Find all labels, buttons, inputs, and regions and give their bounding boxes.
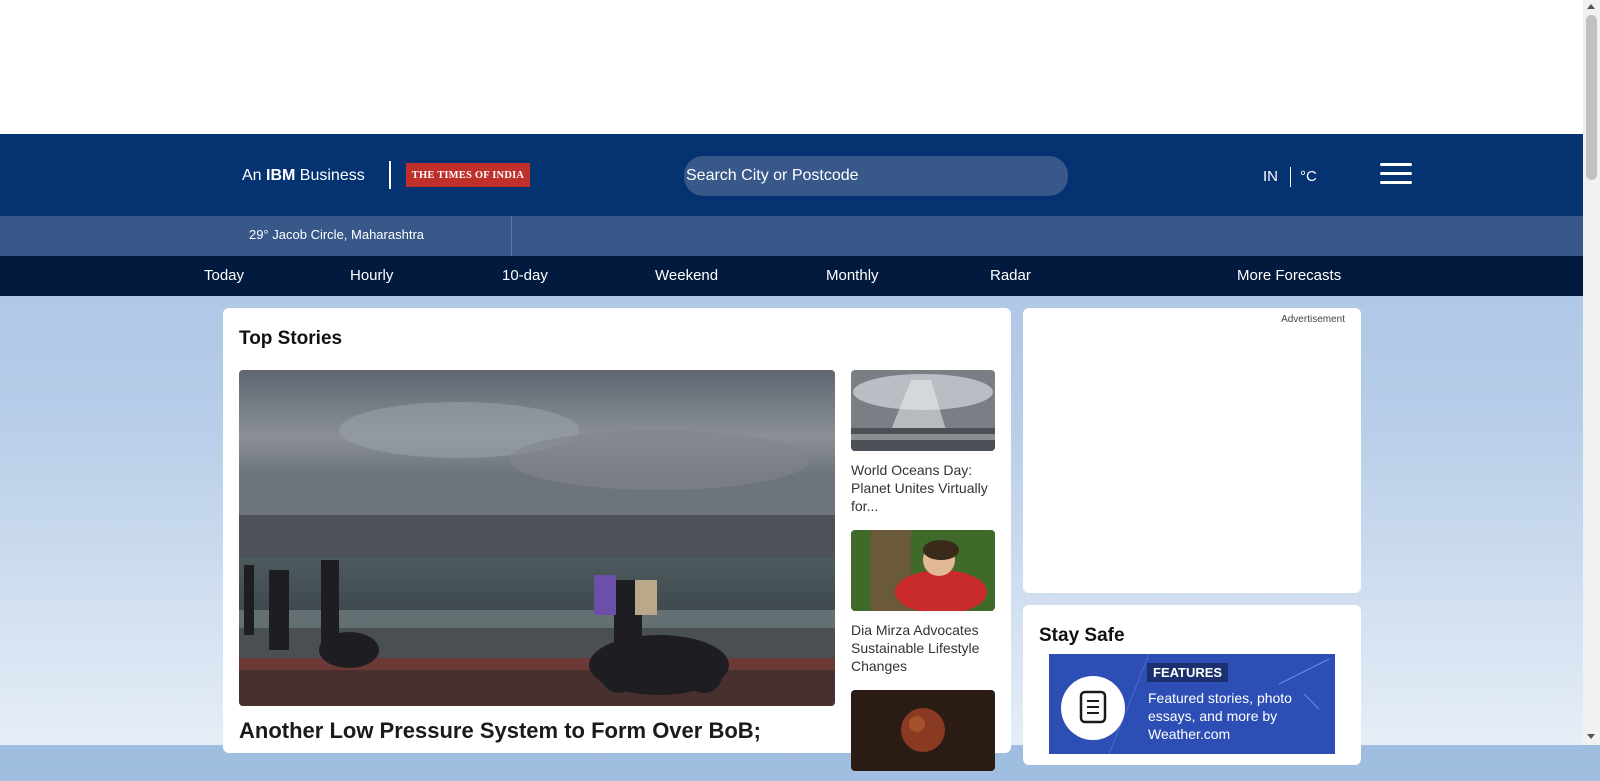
forecast-nav: Today Hourly 10-day Weekend Monthly Rada… xyxy=(0,256,1583,296)
features-promo[interactable]: FEATURES Featured stories, photo essays,… xyxy=(1049,654,1335,754)
times-of-india-logo[interactable]: THE TIMES OF INDIA xyxy=(406,163,530,187)
nav-hourly[interactable]: Hourly xyxy=(350,267,393,284)
hero-story-title[interactable]: Another Low Pressure System to Form Over… xyxy=(239,718,761,744)
document-icon xyxy=(1079,690,1107,724)
advertisement-card: Advertisement xyxy=(1023,308,1361,593)
stay-safe-title: Stay Safe xyxy=(1039,625,1125,646)
nav-more-forecasts[interactable]: More Forecasts xyxy=(1237,267,1341,284)
side-story-title[interactable]: World Oceans Day: Planet Unites Virtuall… xyxy=(851,461,995,515)
hamburger-icon[interactable] xyxy=(1380,163,1412,185)
scroll-up-icon[interactable] xyxy=(1587,4,1595,9)
current-location[interactable]: 29° Jacob Circle, Maharashtra xyxy=(249,227,424,242)
region-selector[interactable]: IN xyxy=(1263,168,1278,185)
side-story-title[interactable]: Dia Mirza Advocates Sustainable Lifestyl… xyxy=(851,621,995,675)
nav-monthly[interactable]: Monthly xyxy=(826,267,879,284)
side-story[interactable]: Dia Mirza Advocates Sustainable Lifestyl… xyxy=(851,530,995,675)
advertisement-label: Advertisement xyxy=(1281,314,1345,325)
nav-10-day[interactable]: 10-day xyxy=(502,267,548,284)
ibm-business-logo[interactable]: An IBM Business xyxy=(242,167,365,185)
side-story-thumbnail[interactable] xyxy=(851,530,995,611)
nav-radar[interactable]: Radar xyxy=(990,267,1031,284)
top-stories-title: Top Stories xyxy=(239,328,343,349)
features-badge: FEATURES xyxy=(1147,663,1229,682)
stay-safe-card: Stay Safe FEATURES Featured stories, pho… xyxy=(1023,605,1361,765)
site-header: An IBM Business THE TIMES OF INDIA IN °C xyxy=(0,134,1583,216)
location-divider xyxy=(511,216,512,256)
side-story[interactable]: World Oceans Day: Planet Unites Virtuall… xyxy=(851,370,995,515)
side-story[interactable] xyxy=(851,690,995,781)
brand-divider xyxy=(389,161,391,189)
top-stories-card: Top Stories Another Low Pressure System … xyxy=(223,308,1011,771)
scroll-down-icon[interactable] xyxy=(1587,734,1595,739)
nav-today[interactable]: Today xyxy=(204,267,244,284)
search-input[interactable] xyxy=(684,156,1068,196)
side-story-thumbnail[interactable] xyxy=(851,690,995,771)
scroll-thumb[interactable] xyxy=(1586,15,1597,180)
page-scrollbar[interactable] xyxy=(1583,0,1600,745)
side-story-thumbnail[interactable] xyxy=(851,370,995,451)
hero-story-image[interactable] xyxy=(239,370,835,706)
units-toggle[interactable]: °C xyxy=(1300,168,1317,185)
region-divider xyxy=(1290,167,1291,187)
nav-weekend[interactable]: Weekend xyxy=(655,267,718,284)
features-text: Featured stories, photo essays, and more… xyxy=(1148,690,1292,742)
location-bar: 29° Jacob Circle, Maharashtra xyxy=(0,216,1583,256)
top-ad-area xyxy=(0,0,1583,134)
